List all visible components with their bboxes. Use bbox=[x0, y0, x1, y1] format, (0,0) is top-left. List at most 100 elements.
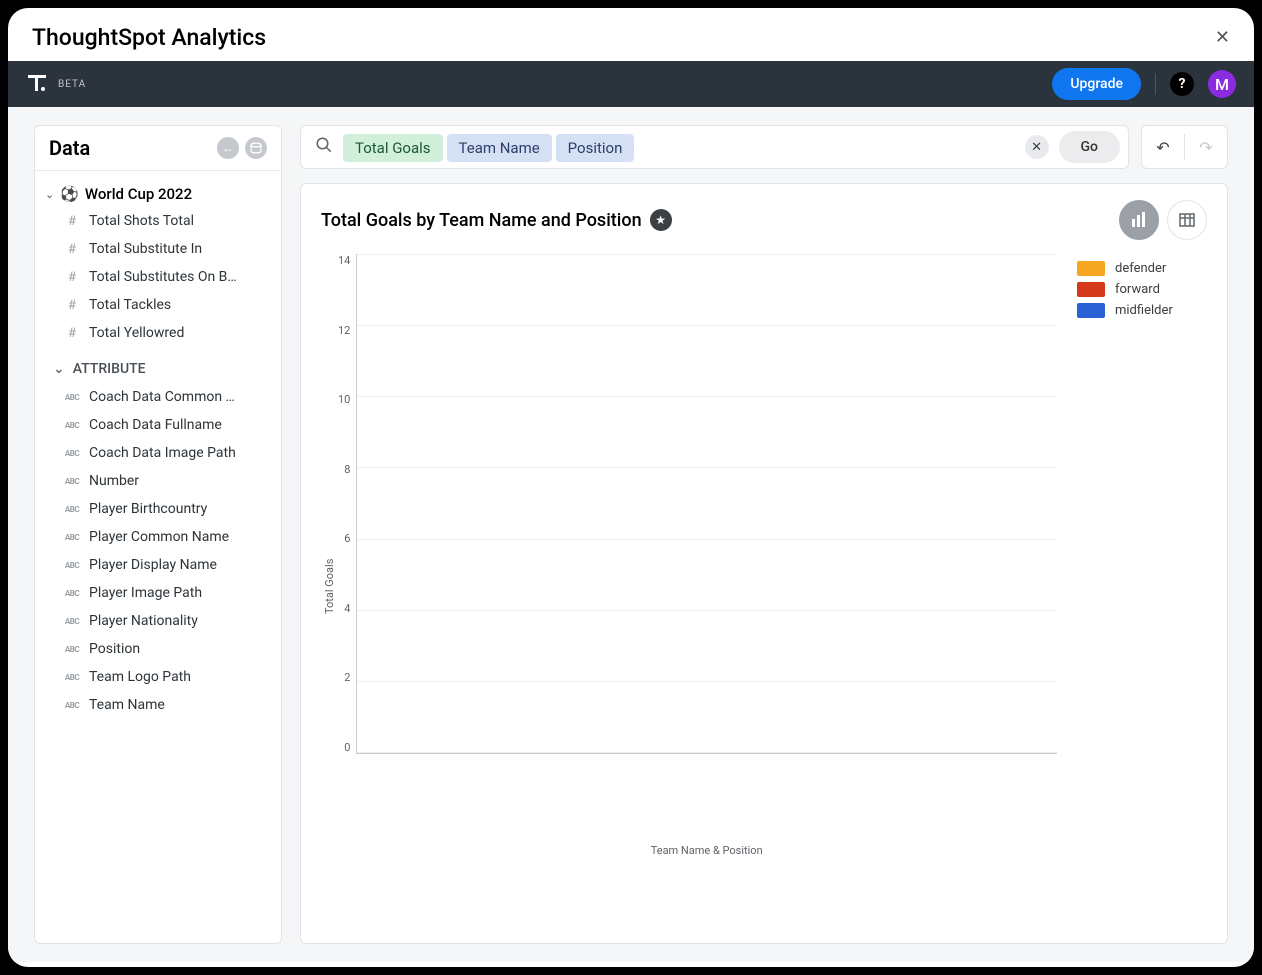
field-label: Total Tackles bbox=[89, 297, 171, 313]
main-area: Total Goals Team Name Position ✕ Go ↶ ↷ … bbox=[300, 125, 1228, 944]
legend-item[interactable]: midfielder bbox=[1077, 300, 1201, 321]
abc-icon: ABC bbox=[63, 645, 81, 654]
field-label: Player Common Name bbox=[89, 529, 229, 545]
abc-icon: ABC bbox=[63, 505, 81, 514]
attribute-field[interactable]: ABCPlayer Display Name bbox=[43, 551, 273, 579]
attribute-field[interactable]: ABCPlayer Nationality bbox=[43, 607, 273, 635]
bar-group bbox=[1014, 254, 1056, 753]
avatar[interactable]: M bbox=[1208, 70, 1236, 98]
field-label: Coach Data Image Path bbox=[89, 445, 236, 461]
bar-group bbox=[839, 254, 881, 753]
search-pill[interactable]: Total Goals bbox=[343, 134, 443, 162]
attribute-header[interactable]: ⌄ ATTRIBUTE bbox=[43, 347, 273, 383]
bar-group bbox=[621, 254, 663, 753]
bar-group bbox=[926, 254, 968, 753]
datasource-title[interactable]: ⌄ ⚽ World Cup 2022 bbox=[43, 181, 273, 207]
attribute-field[interactable]: ABCCoach Data Fullname bbox=[43, 411, 273, 439]
search-icon bbox=[315, 136, 333, 159]
bar-group bbox=[447, 254, 489, 753]
attribute-field[interactable]: ABC Player Common Name bbox=[43, 523, 273, 551]
bar-group bbox=[359, 254, 401, 753]
abc-icon: ABC bbox=[63, 533, 81, 542]
search-pill[interactable]: Position bbox=[556, 134, 635, 162]
plot-canvas[interactable] bbox=[356, 254, 1057, 754]
chart-title: Total Goals by Team Name and Position bbox=[321, 210, 642, 231]
hash-icon: # bbox=[63, 214, 81, 229]
x-tick-label: England bbox=[464, 763, 789, 967]
field-label: Total Substitute In bbox=[89, 241, 202, 257]
legend-item[interactable]: forward bbox=[1077, 279, 1201, 300]
chart-header: Total Goals by Team Name and Position ★ bbox=[321, 200, 1207, 240]
abc-icon: ABC bbox=[63, 449, 81, 458]
attribute-field[interactable]: ABCPlayer Image Path bbox=[43, 579, 273, 607]
sidebar-back-icon[interactable]: ← bbox=[217, 137, 239, 159]
bar-group bbox=[708, 254, 750, 753]
soccerball-icon: ⚽ bbox=[60, 185, 79, 203]
close-icon[interactable]: ✕ bbox=[1215, 27, 1230, 48]
hash-icon: # bbox=[63, 270, 81, 285]
brand: BETA bbox=[26, 73, 86, 95]
app-window: ThoughtSpot Analytics ✕ BETA Upgrade ? M… bbox=[8, 8, 1254, 967]
attribute-field[interactable]: ABCCoach Data Common … bbox=[43, 383, 273, 411]
attribute-header-label: ATTRIBUTE bbox=[73, 361, 146, 377]
field-label: Team Logo Path bbox=[89, 669, 191, 685]
chevron-down-icon: ⌄ bbox=[53, 361, 65, 377]
searchbar-row: Total Goals Team Name Position ✕ Go ↶ ↷ bbox=[300, 125, 1228, 169]
attribute-field[interactable]: ABCTeam Name bbox=[43, 691, 273, 719]
hash-icon: # bbox=[63, 298, 81, 313]
go-button[interactable]: Go bbox=[1059, 131, 1120, 163]
bar-group bbox=[970, 254, 1012, 753]
attribute-field[interactable]: ABC Position bbox=[43, 635, 273, 663]
field-label: Total Yellowred bbox=[89, 325, 184, 341]
field-label: Total Shots Total bbox=[89, 213, 194, 229]
measure-field[interactable]: # Total Tackles bbox=[43, 291, 273, 319]
bar-group bbox=[883, 254, 925, 753]
table-view-button[interactable] bbox=[1167, 200, 1207, 240]
field-label: Player Display Name bbox=[89, 557, 217, 573]
beta-label: BETA bbox=[58, 79, 86, 90]
attribute-field[interactable]: ABC Coach Data Image Path bbox=[43, 439, 273, 467]
bar-group bbox=[665, 254, 707, 753]
bar-group bbox=[534, 254, 576, 753]
measure-field[interactable]: #Total Substitute In bbox=[43, 235, 273, 263]
measure-field[interactable]: #Total Substitutes On B… bbox=[43, 263, 273, 291]
bar-group bbox=[577, 254, 619, 753]
search-pill[interactable]: Team Name bbox=[447, 134, 552, 162]
bar-group bbox=[795, 254, 837, 753]
undo-button[interactable]: ↶ bbox=[1142, 126, 1184, 168]
bar-group bbox=[403, 254, 445, 753]
help-icon[interactable]: ? bbox=[1170, 72, 1194, 96]
chart-view-button[interactable] bbox=[1119, 200, 1159, 240]
clear-search-icon[interactable]: ✕ bbox=[1025, 135, 1049, 159]
field-label: Coach Data Fullname bbox=[89, 417, 222, 433]
field-label: Team Name bbox=[89, 697, 165, 713]
app-bar: BETA Upgrade ? M bbox=[8, 61, 1254, 107]
window-title: ThoughtSpot Analytics bbox=[32, 24, 266, 51]
pin-icon[interactable]: ★ bbox=[650, 209, 672, 231]
appbar-right: Upgrade ? M bbox=[1052, 68, 1236, 100]
sidebar-datasource-icon[interactable] bbox=[245, 137, 267, 159]
measure-field[interactable]: #Total Yellowred bbox=[43, 319, 273, 347]
datasource-list: ⌄ ⚽ World Cup 2022 #Total Shots Total#To… bbox=[35, 171, 281, 723]
search-bar[interactable]: Total Goals Team Name Position ✕ Go bbox=[300, 125, 1129, 169]
legend-label: midfielder bbox=[1115, 303, 1173, 318]
sidebar-title: Data bbox=[49, 136, 90, 160]
field-label: Position bbox=[89, 641, 140, 657]
redo-button[interactable]: ↷ bbox=[1185, 126, 1227, 168]
abc-icon: ABC bbox=[63, 589, 81, 598]
legend-item[interactable]: defender bbox=[1077, 258, 1201, 279]
chart-card: Total Goals by Team Name and Position ★ … bbox=[300, 183, 1228, 944]
attribute-field[interactable]: ABCNumber bbox=[43, 467, 273, 495]
bar-group bbox=[752, 254, 794, 753]
body-area: Data ← ⌄ ⚽ World Cup 2022 # Total Shots T… bbox=[8, 107, 1254, 962]
measure-field[interactable]: # Total Shots Total bbox=[43, 207, 273, 235]
titlebar: ThoughtSpot Analytics ✕ bbox=[8, 8, 1254, 61]
attribute-field[interactable]: ABC Player Birthcountry bbox=[43, 495, 273, 523]
legend-swatch bbox=[1077, 261, 1105, 276]
upgrade-button[interactable]: Upgrade bbox=[1052, 68, 1141, 100]
field-label: Player Birthcountry bbox=[89, 501, 207, 517]
legend-swatch bbox=[1077, 282, 1105, 297]
x-tick-label: Argentina bbox=[1232, 763, 1254, 967]
attribute-field[interactable]: ABCTeam Logo Path bbox=[43, 663, 273, 691]
field-label: Number bbox=[89, 473, 139, 489]
